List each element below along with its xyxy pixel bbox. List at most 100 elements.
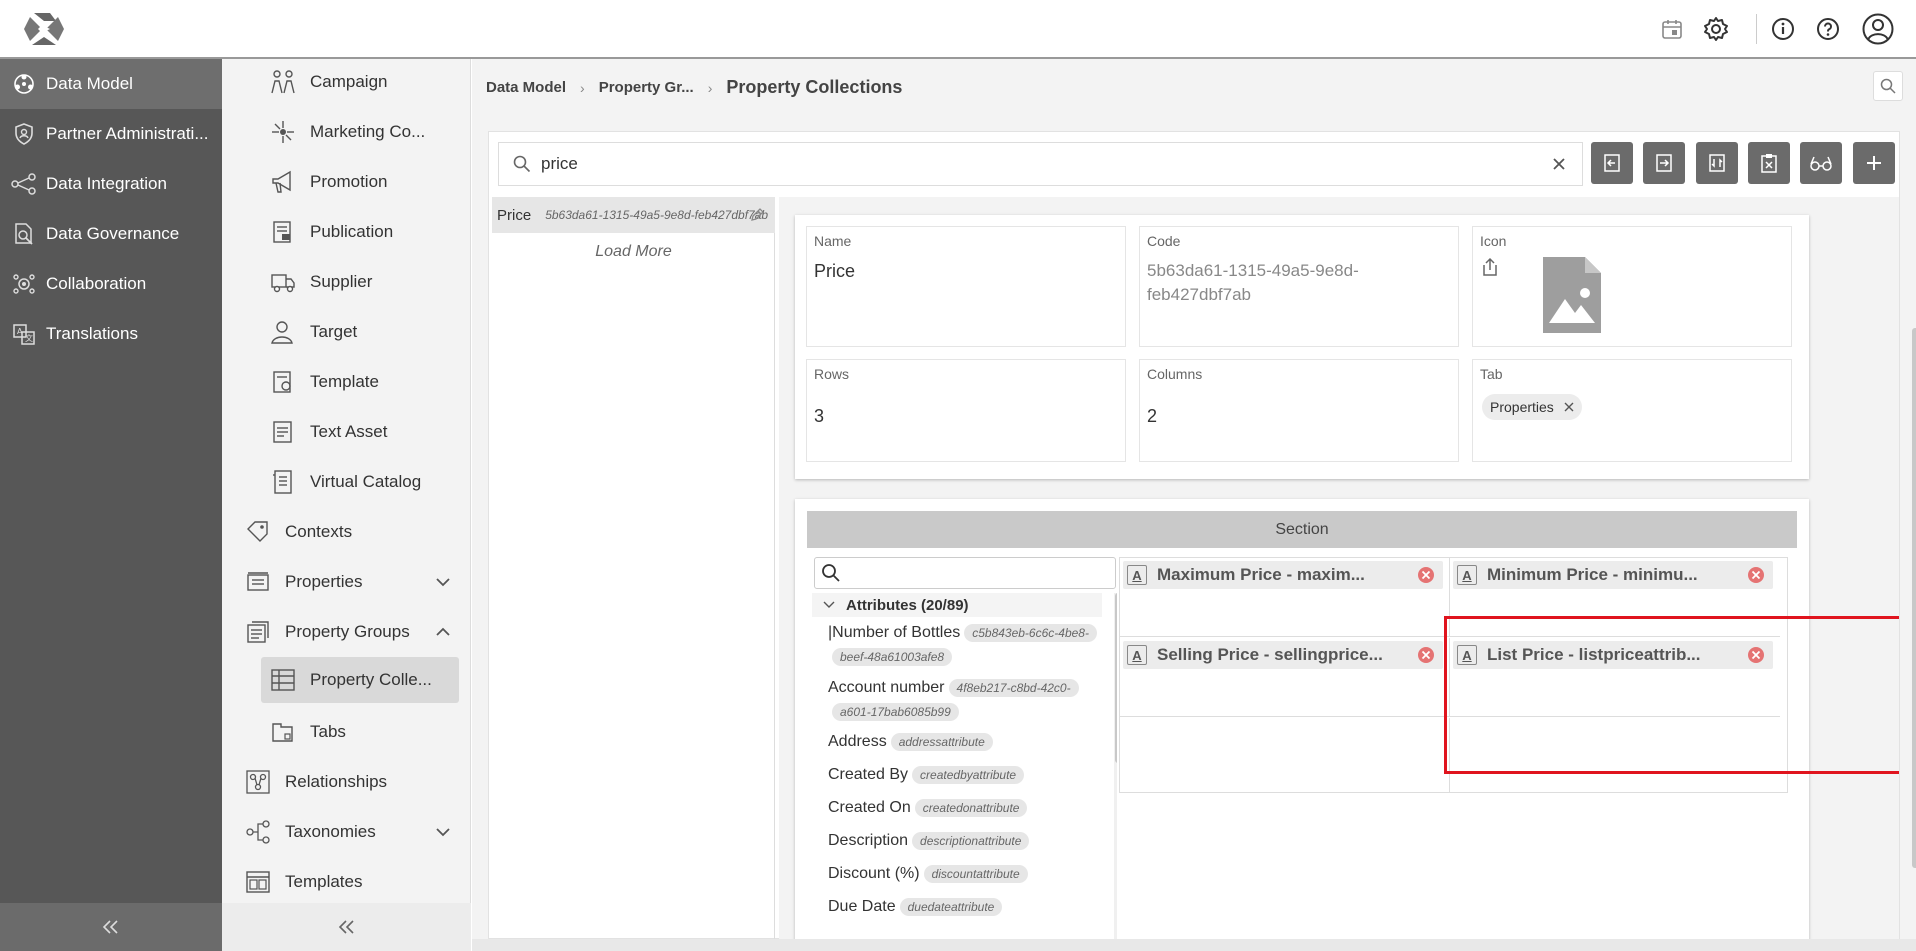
grid-attribute-item[interactable]: A Maximum Price - maxim... xyxy=(1123,561,1443,589)
close-icon[interactable] xyxy=(1564,402,1574,412)
grid-cell[interactable]: A Maximum Price - maxim... xyxy=(1120,558,1450,637)
gear-icon[interactable] xyxy=(1701,14,1731,44)
search-input[interactable]: price xyxy=(498,142,1583,186)
subnav-item-publication[interactable]: Publication xyxy=(270,209,393,255)
name-field[interactable]: Name Price xyxy=(806,226,1126,347)
breadcrumb-item[interactable]: Property Gr... xyxy=(599,79,694,96)
pencil-icon[interactable] xyxy=(749,207,765,223)
sidebar-collapse-button[interactable] xyxy=(0,903,222,951)
subnav-item-label: Virtual Catalog xyxy=(310,472,422,491)
grid-cell-empty[interactable] xyxy=(1450,718,1780,792)
attribute-item[interactable]: Account number 4f8eb217-c8bd-42c0-a601-17… xyxy=(828,676,1098,724)
tab-field[interactable]: Tab Properties xyxy=(1472,359,1792,462)
add-button[interactable] xyxy=(1853,142,1895,184)
load-more-link[interactable]: Load More xyxy=(492,243,775,261)
attribute-item[interactable]: Address addressattribute xyxy=(828,730,1098,754)
delete-button[interactable] xyxy=(1748,142,1790,184)
icon-field: Icon xyxy=(1472,226,1792,347)
properties-card: Name Price Code 5b63da61-1315-49a5-9e8d-… xyxy=(795,215,1809,479)
subnav-item-taxonomies[interactable]: Taxonomies xyxy=(245,809,471,855)
grid-cell[interactable]: A Minimum Price - minimu... xyxy=(1450,558,1780,637)
attribute-item[interactable]: Discount (%) discountattribute xyxy=(828,862,1098,886)
remove-icon[interactable] xyxy=(1747,646,1765,664)
field-label: Rows xyxy=(814,366,850,382)
sidebar-item-collaboration[interactable]: Collaboration xyxy=(0,259,222,309)
attribute-item[interactable]: |Number of Bottles c5b843eb-6c6c-4be8-bee… xyxy=(828,621,1098,669)
section-header: Section xyxy=(807,511,1797,548)
subnav-item-label: Templates xyxy=(285,872,363,891)
subnav-item-templates[interactable]: Templates xyxy=(245,859,362,905)
attribute-tree: Attributes (20/89) |Number of Bottles c5b… xyxy=(812,593,1117,940)
subnav-item-tabs[interactable]: Tabs xyxy=(270,709,346,755)
tabs-icon xyxy=(270,719,296,745)
subnav-item-virtual-catalog[interactable]: Virtual Catalog xyxy=(270,459,421,505)
subnav-item-label: Property Colle... xyxy=(310,670,432,689)
shield-icon xyxy=(0,122,46,146)
grid-cell[interactable]: A List Price - listpriceattrib... xyxy=(1450,638,1780,717)
detail-scrollbar[interactable] xyxy=(1911,328,1916,868)
attribute-name: Created By xyxy=(828,766,909,783)
tab-chip-label: Properties xyxy=(1490,399,1554,415)
attribute-item[interactable]: Created On createdonattribute xyxy=(828,796,1098,820)
horizontal-scrollbar[interactable] xyxy=(472,939,1916,951)
grid-table-icon xyxy=(270,667,296,693)
global-search-button[interactable] xyxy=(1873,71,1903,101)
export-button[interactable] xyxy=(1643,142,1685,184)
remove-icon[interactable] xyxy=(1747,566,1765,584)
subnav-item-template[interactable]: Template xyxy=(270,359,379,405)
subnav-item-target[interactable]: Target xyxy=(270,309,357,355)
calendar-icon[interactable] xyxy=(1657,14,1687,44)
import-button[interactable] xyxy=(1591,142,1633,184)
sidebar-item-data-integration[interactable]: Data Integration xyxy=(0,159,222,209)
attribute-item[interactable]: Description descriptionattribute xyxy=(828,829,1098,853)
grid-attribute-item[interactable]: A Minimum Price - minimu... xyxy=(1453,561,1773,589)
attribute-item[interactable]: Due Date duedateattribute xyxy=(828,895,1098,919)
svg-text:文: 文 xyxy=(25,333,33,343)
attribute-code-badge: discountattribute xyxy=(923,865,1028,883)
breadcrumb-item[interactable]: Data Model xyxy=(486,79,566,96)
subnav-item-relationships[interactable]: Relationships xyxy=(245,759,387,805)
subnav-item-properties[interactable]: Properties xyxy=(245,559,471,605)
grid-cell[interactable]: A Selling Price - sellingprice... xyxy=(1120,638,1450,717)
subnav-item-contexts[interactable]: Contexts xyxy=(245,509,352,555)
attribute-item[interactable]: Created By createdbyattribute xyxy=(828,763,1098,787)
grid-cell-empty[interactable] xyxy=(1120,718,1450,792)
subnav-item-promotion[interactable]: Promotion xyxy=(270,159,387,205)
grid-attribute-item[interactable]: A List Price - listpriceattrib... xyxy=(1453,641,1773,669)
user-avatar-icon[interactable] xyxy=(1861,12,1895,46)
grid-attribute-item[interactable]: A Selling Price - sellingprice... xyxy=(1123,641,1443,669)
rows-field[interactable]: Rows 3 xyxy=(806,359,1126,462)
remove-icon[interactable] xyxy=(1417,646,1435,664)
attribute-search-input[interactable] xyxy=(814,557,1116,589)
subnav-collapse-button[interactable] xyxy=(222,903,471,951)
subnav-item-marketing[interactable]: Marketing Co... xyxy=(270,109,425,155)
upload-icon[interactable] xyxy=(1481,257,1499,277)
sidebar-item-data-model[interactable]: Data Model xyxy=(0,59,222,109)
top-bar-divider xyxy=(1756,14,1757,44)
field-label: Tab xyxy=(1480,366,1503,382)
remove-icon[interactable] xyxy=(1417,566,1435,584)
subnav-item-supplier[interactable]: Supplier xyxy=(270,259,372,305)
attribute-tree-header[interactable]: Attributes (20/89) xyxy=(812,593,1102,617)
help-icon[interactable] xyxy=(1813,14,1843,44)
subnav-item-campaign[interactable]: Campaign xyxy=(270,59,388,105)
list-item[interactable]: Price 5b63da61-1315-49a5-9e8d-feb427dbf7… xyxy=(492,197,775,233)
attribute-name: Description xyxy=(828,832,909,849)
clear-search-icon[interactable] xyxy=(1552,157,1566,171)
sidebar-item-data-governance[interactable]: Data Governance xyxy=(0,209,222,259)
subnav-item-property-collections[interactable]: Property Colle... xyxy=(261,657,459,703)
app-logo-icon[interactable] xyxy=(20,9,68,49)
subnav-item-text-asset[interactable]: Text Asset xyxy=(270,409,387,455)
columns-field[interactable]: Columns 2 xyxy=(1139,359,1459,462)
sync-button[interactable] xyxy=(1696,142,1738,184)
attribute-tree-scrollbar[interactable] xyxy=(1114,593,1117,940)
sidebar-item-partner-administration[interactable]: Partner Administrati... xyxy=(0,109,222,159)
sidebar-item-translations[interactable]: A文 Translations xyxy=(0,309,222,359)
subnav-item-property-groups[interactable]: Property Groups xyxy=(245,609,471,655)
attribute-name: Address xyxy=(828,733,887,750)
subnav-item-label: Marketing Co... xyxy=(310,122,426,141)
info-icon[interactable] xyxy=(1768,14,1798,44)
search-value: price xyxy=(541,154,578,173)
attribute-code-badge: descriptionattribute xyxy=(912,832,1030,850)
preview-button[interactable] xyxy=(1800,142,1842,184)
